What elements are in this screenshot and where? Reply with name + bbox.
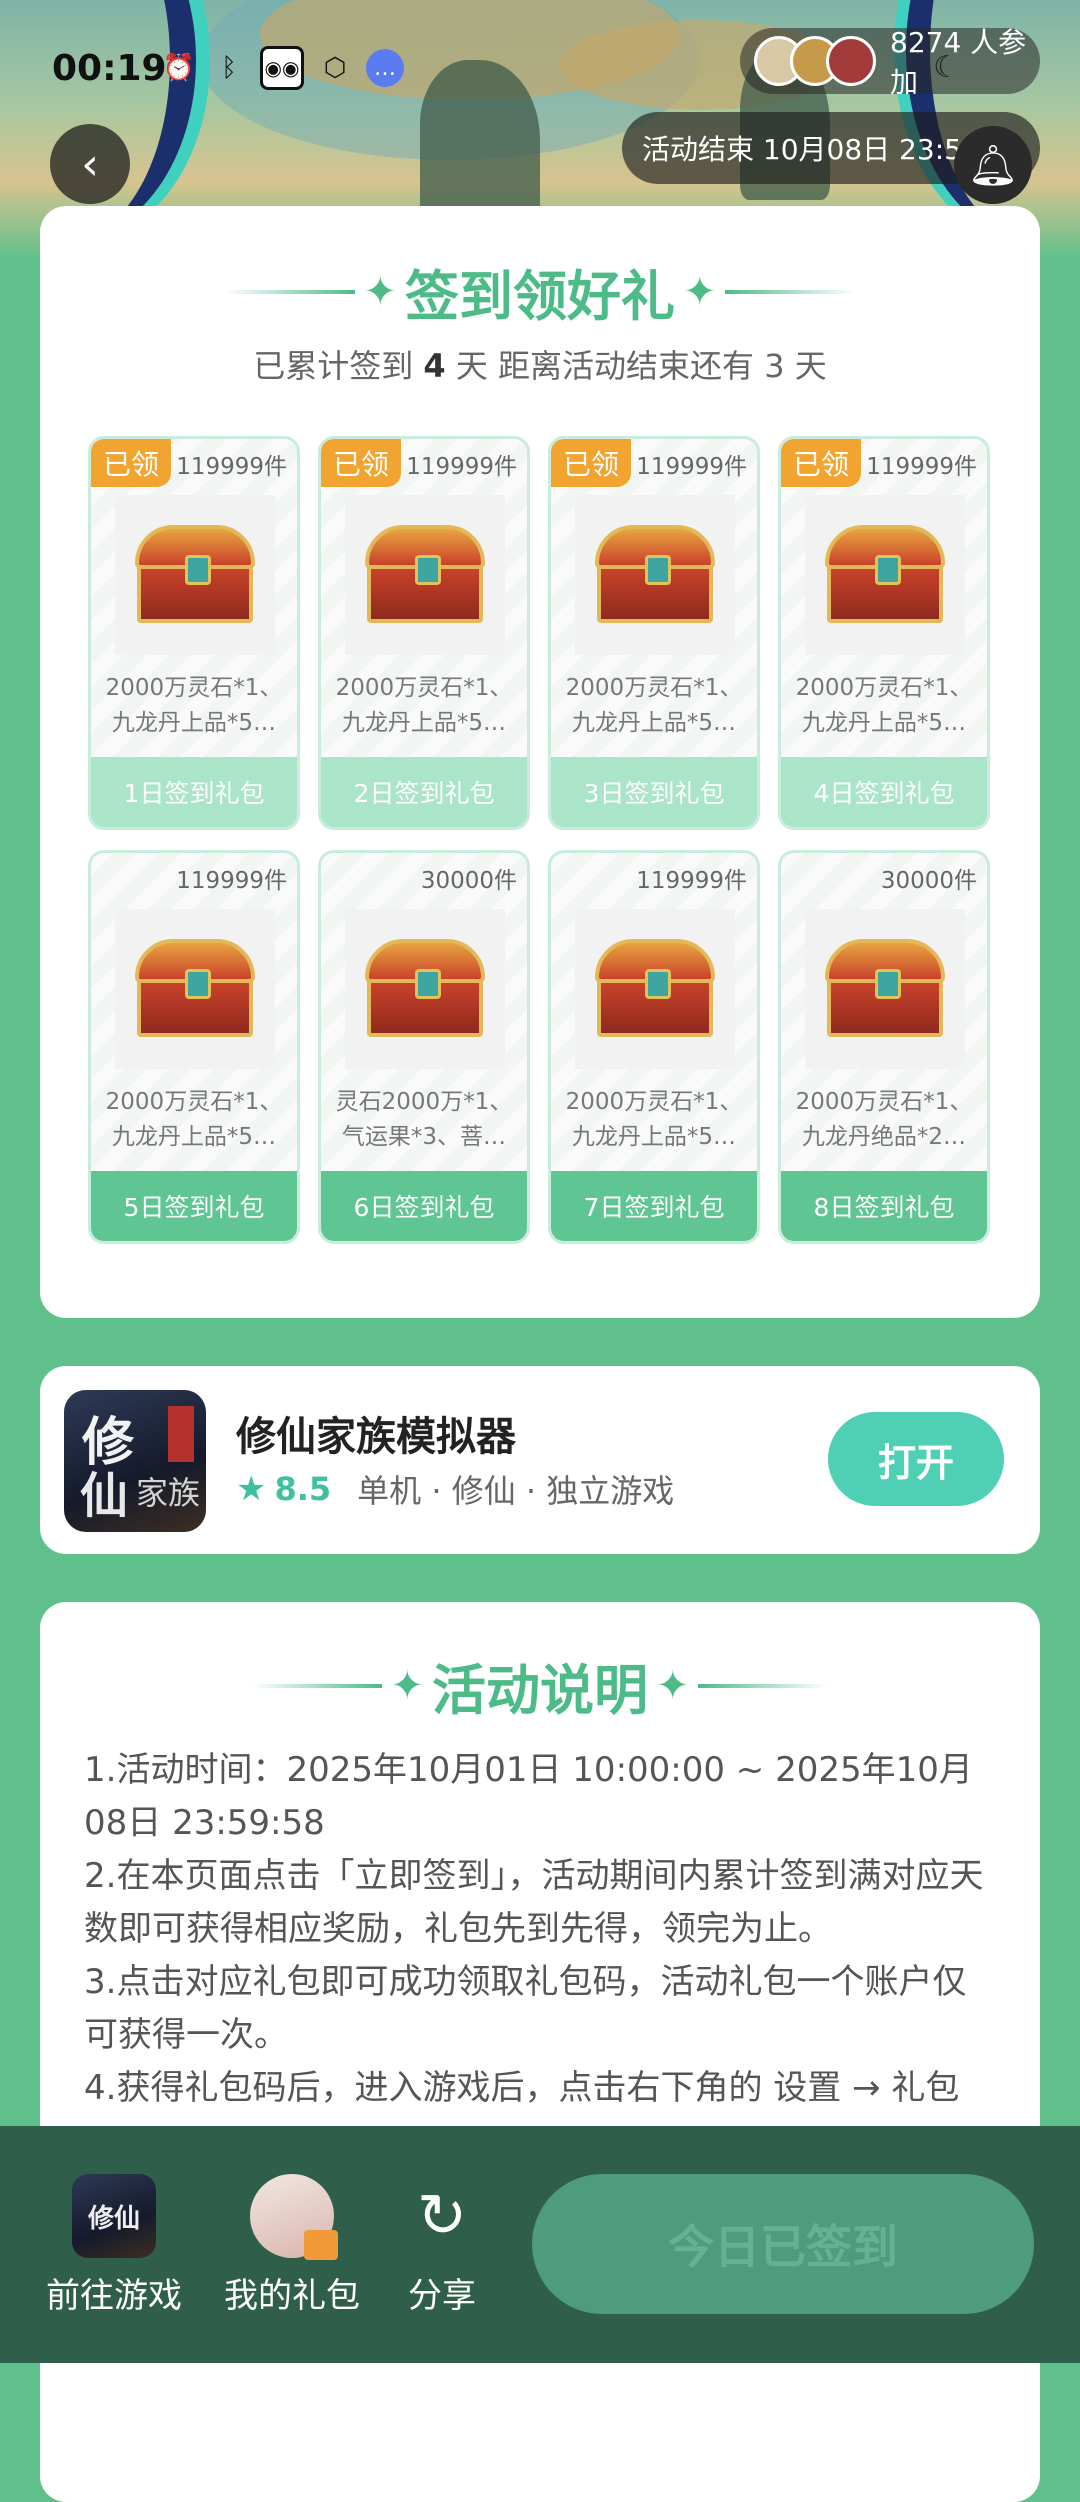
hexagon-icon: ⬡ <box>323 53 347 83</box>
gift-card-day-4[interactable]: 已领 119999件 2000万灵石*1、 九龙丹上品*5… 4日签到礼包 <box>778 436 990 830</box>
signin-title: ✦ 签到领好礼 ✦ <box>40 252 1040 331</box>
gift-description: 2000万灵石*1、 九龙丹上品*5… <box>105 675 283 736</box>
alarm-icon: ⏰ <box>162 53 196 83</box>
gift-description: 2000万灵石*1、 九龙丹上品*5… <box>335 675 513 736</box>
game-card[interactable]: 修 仙 家族 修仙家族模拟器 ★ 8.5 单机 · 修仙 · 独立游戏 打开 <box>40 1366 1040 1554</box>
treasure-chest-icon <box>575 909 735 1069</box>
claimed-tag: 已领 <box>781 439 861 487</box>
bell-icon: 🔔︎ <box>967 142 1019 189</box>
gift-avatar-icon <box>250 2174 338 2260</box>
gift-stock: 30000件 <box>420 868 517 894</box>
gift-label: 8日签到礼包 <box>781 1171 987 1241</box>
rules-card: ✦ 活动说明 ✦ 1.活动时间：2025年10月01日 10:00:00 ~ 202… <box>40 1602 1040 2502</box>
gift-stock: 119999件 <box>176 868 287 894</box>
rule-item: 1.活动时间：2025年10月01日 10:00:00 ~ 2025年10月08… <box>84 1750 973 1843</box>
open-game-button[interactable]: 打开 <box>828 1412 1004 1506</box>
gift-label: 2日签到礼包 <box>321 757 527 827</box>
claimed-tag: 已领 <box>551 439 631 487</box>
gift-card-day-7[interactable]: 119999件 2000万灵石*1、 九龙丹上品*5… 7日签到礼包 <box>548 850 760 1244</box>
gift-description: 2000万灵石*1、 九龙丹上品*5… <box>565 675 743 736</box>
gift-label: 1日签到礼包 <box>91 757 297 827</box>
rule-item: 4.获得礼包码后，进入游戏后，点击右下角的 设置 → 礼包 <box>84 2068 960 2108</box>
gift-label: 6日签到礼包 <box>321 1171 527 1241</box>
game-rating: 8.5 <box>274 1470 332 1508</box>
rules-list: 1.活动时间：2025年10月01日 10:00:00 ~ 2025年10月08… <box>84 1744 996 2115</box>
chevron-left-icon: ‹ <box>81 138 99 190</box>
goto-game-button[interactable]: 修仙 前往游戏 <box>46 2174 182 2317</box>
sparkle-icon: ✦ <box>656 1662 690 1709</box>
gift-card-day-1[interactable]: 已领 119999件 2000万灵石*1、 九龙丹上品*5… 1日签到礼包 <box>88 436 300 830</box>
treasure-chest-icon <box>345 909 505 1069</box>
notification-button[interactable]: 🔔︎ <box>954 126 1032 204</box>
sparkle-icon: ✦ <box>683 268 717 315</box>
gift-label: 4日签到礼包 <box>781 757 987 827</box>
participants-pill[interactable]: 8274 人参加 <box>740 26 1040 99</box>
rule-item: 3.点击对应礼包即可成功领取礼包码，活动礼包一个账户仅可获得一次。 <box>84 1962 967 2055</box>
share-icon: ↻ <box>416 2181 468 2251</box>
sparkle-icon: ✦ <box>390 1662 424 1709</box>
gift-label: 3日签到礼包 <box>551 757 757 827</box>
treasure-chest-icon <box>345 495 505 655</box>
signed-today-button[interactable]: 今日已签到 <box>532 2174 1034 2314</box>
participants-count: 8274 人参加 <box>890 26 1027 99</box>
back-button[interactable]: ‹ <box>50 124 130 204</box>
game-meta: ★ 8.5 单机 · 修仙 · 独立游戏 <box>236 1466 674 1512</box>
message-icon: … <box>366 49 404 87</box>
sparkle-icon: ✦ <box>363 268 397 315</box>
gift-card-day-2[interactable]: 已领 119999件 2000万灵石*1、 九龙丹上品*5… 2日签到礼包 <box>318 436 530 830</box>
treasure-chest-icon <box>115 909 275 1069</box>
app-notification-icon: ◉◉ <box>260 46 304 90</box>
gift-card-day-3[interactable]: 已领 119999件 2000万灵石*1、 九龙丹上品*5… 3日签到礼包 <box>548 436 760 830</box>
treasure-chest-icon <box>805 495 965 655</box>
treasure-chest-icon <box>115 495 275 655</box>
gift-stock: 119999件 <box>406 454 517 480</box>
gift-card-day-8[interactable]: 30000件 2000万灵石*1、 九龙丹绝品*2… 8日签到礼包 <box>778 850 990 1244</box>
gift-description: 灵石2000万*1、 气运果*3、菩… <box>335 1089 513 1150</box>
avatar <box>826 36 876 86</box>
game-icon: 修 仙 家族 <box>64 1390 206 1532</box>
gift-label: 5日签到礼包 <box>91 1171 297 1241</box>
rules-title: ✦ 活动说明 ✦ <box>40 1646 1040 1725</box>
gift-stock: 119999件 <box>176 454 287 480</box>
gift-grid: 已领 119999件 2000万灵石*1、 九龙丹上品*5… 1日签到礼包 已领 … <box>88 436 992 1244</box>
signin-progress: 已累计签到 4 天 距离活动结束还有 3 天 <box>253 347 827 385</box>
signin-card: ✦ 签到领好礼 ✦ 已累计签到 4 天 距离活动结束还有 3 天 已领 119999… <box>40 206 1040 1318</box>
gift-description: 2000万灵石*1、 九龙丹上品*5… <box>565 1089 743 1150</box>
gift-description: 2000万灵石*1、 九龙丹上品*5… <box>795 675 973 736</box>
game-name: 修仙家族模拟器 <box>236 1414 516 1460</box>
status-icons: ⏰ ᛒ ◉◉ ⬡ … <box>160 46 404 90</box>
gift-stock: 119999件 <box>866 454 977 480</box>
treasure-chest-icon <box>805 909 965 1069</box>
claimed-tag: 已领 <box>91 439 171 487</box>
gift-card-day-5[interactable]: 119999件 2000万灵石*1、 九龙丹上品*5… 5日签到礼包 <box>88 850 300 1244</box>
gift-label: 7日签到礼包 <box>551 1171 757 1241</box>
share-button[interactable]: ↻ 分享 <box>400 2174 484 2317</box>
bluetooth-icon: ᛒ <box>221 53 237 83</box>
claimed-tag: 已领 <box>321 439 401 487</box>
gift-card-day-6[interactable]: 30000件 灵石2000万*1、 气运果*3、菩… 6日签到礼包 <box>318 850 530 1244</box>
gift-stock: 119999件 <box>636 454 747 480</box>
star-icon: ★ <box>236 1469 267 1509</box>
participant-avatars <box>754 36 876 86</box>
bottom-bar: 修仙 前往游戏 我的礼包 ↻ 分享 今日已签到 <box>0 2126 1080 2363</box>
my-gifts-button[interactable]: 我的礼包 <box>224 2174 360 2317</box>
rule-item: 2.在本页面点击「立即签到」，活动期间内累计签到满对应天数即可获得相应奖励，礼包… <box>84 1856 984 1949</box>
gift-description: 2000万灵石*1、 九龙丹绝品*2… <box>795 1089 973 1150</box>
game-icon: 修仙 <box>72 2174 156 2258</box>
gift-stock: 30000件 <box>880 868 977 894</box>
gift-description: 2000万灵石*1、 九龙丹上品*5… <box>105 1089 283 1150</box>
game-tags: 单机 · 修仙 · 独立游戏 <box>357 1472 675 1510</box>
status-time: 00:19 <box>52 48 167 89</box>
gift-stock: 119999件 <box>636 868 747 894</box>
treasure-chest-icon <box>575 495 735 655</box>
